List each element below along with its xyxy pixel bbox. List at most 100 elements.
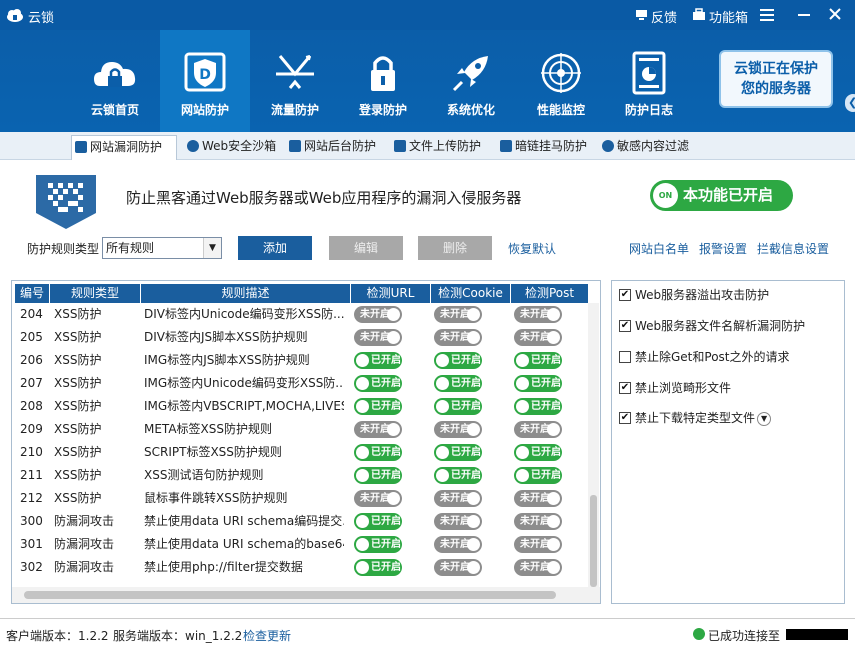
- toggle-post[interactable]: 未开启: [514, 329, 562, 346]
- toggle-url[interactable]: 已开启: [354, 513, 402, 530]
- table-row[interactable]: 207 XSS防护 IMG标签内Unicode编码变形XSS防... 已开启 已开启 已开…: [12, 372, 587, 395]
- toggle-cookie[interactable]: 未开启: [434, 329, 482, 346]
- add-button[interactable]: 添加: [238, 236, 312, 260]
- toggle-post[interactable]: 未开启: [514, 490, 562, 507]
- intercept-settings-link[interactable]: 拦截信息设置: [757, 240, 829, 257]
- scroll-thumb[interactable]: [24, 591, 556, 599]
- option-item[interactable]: 禁止除Get和Post之外的请求: [619, 347, 790, 367]
- toggle-cookie[interactable]: 未开启: [434, 559, 482, 576]
- checkbox[interactable]: ✔: [619, 382, 631, 394]
- toggle-url[interactable]: 已开启: [354, 536, 402, 553]
- feature-toggle[interactable]: ON 本功能已开启: [650, 180, 793, 211]
- toggle-url[interactable]: 已开启: [354, 444, 402, 461]
- checkbox[interactable]: ✔: [619, 289, 631, 301]
- table-row[interactable]: 208 XSS防护 IMG标签内VBSCRIPT,MOCHA,LIVES... 已开启…: [12, 395, 587, 418]
- toggle-url[interactable]: 已开启: [354, 375, 402, 392]
- scroll-thumb[interactable]: [590, 495, 597, 587]
- toggle-post[interactable]: 已开启: [514, 352, 562, 369]
- subtab-content-filter[interactable]: 敏感内容过滤: [599, 135, 699, 160]
- toggle-post[interactable]: 未开启: [514, 306, 562, 323]
- table-row[interactable]: 302 防漏洞攻击 禁止使用php://filter提交数据 已开启 未开启 未开启: [12, 556, 587, 579]
- toolbox-icon[interactable]: [692, 8, 706, 21]
- minimize-icon[interactable]: [798, 14, 810, 17]
- menu-icon[interactable]: [760, 9, 774, 21]
- option-item[interactable]: ✔ Web服务器文件名解析漏洞防护: [619, 316, 805, 336]
- toolbox-link[interactable]: 功能箱: [709, 7, 748, 26]
- nav-item-home[interactable]: 云锁首页: [70, 30, 160, 132]
- subtab-vuln-protect[interactable]: 网站漏洞防护: [71, 135, 177, 160]
- toggle-post[interactable]: 未开启: [514, 536, 562, 553]
- nav-item-traffic[interactable]: 流量防护: [250, 30, 340, 132]
- edit-button[interactable]: 编辑: [329, 236, 403, 260]
- toggle-post[interactable]: 已开启: [514, 467, 562, 484]
- table-row[interactable]: 211 XSS防护 XSS测试语句防护规则 已开启 已开启 已开启: [12, 464, 587, 487]
- subtab-admin-protect[interactable]: 网站后台防护: [286, 135, 386, 160]
- restore-default-link[interactable]: 恢复默认: [508, 240, 556, 257]
- checkbox[interactable]: [619, 351, 631, 363]
- toggle-cookie[interactable]: 未开启: [434, 536, 482, 553]
- toggle-post[interactable]: 已开启: [514, 444, 562, 461]
- toggle-url[interactable]: 已开启: [354, 398, 402, 415]
- toggle-post[interactable]: 已开启: [514, 375, 562, 392]
- subtab-darklink-protect[interactable]: 暗链挂马防护: [497, 135, 597, 160]
- toggle-cookie[interactable]: 已开启: [434, 375, 482, 392]
- table-row[interactable]: 212 XSS防护 鼠标事件跳转XSS防护规则 未开启 未开启 未开启: [12, 487, 587, 510]
- whitelist-link[interactable]: 网站白名单: [629, 240, 689, 257]
- table-row[interactable]: 210 XSS防护 SCRIPT标签XSS防护规则 已开启 已开启 已开启: [12, 441, 587, 464]
- nav-item-logs[interactable]: 防护日志: [604, 30, 694, 132]
- col-id[interactable]: 编号: [15, 284, 49, 303]
- toggle-cookie[interactable]: 已开启: [434, 467, 482, 484]
- option-item[interactable]: ✔ Web服务器溢出攻击防护: [619, 285, 769, 305]
- subtab-upload-protect[interactable]: 文件上传防护: [391, 135, 491, 160]
- toggle-cookie[interactable]: 未开启: [434, 513, 482, 530]
- toggle-cookie[interactable]: 已开启: [434, 352, 482, 369]
- toggle-post[interactable]: 未开启: [514, 513, 562, 530]
- toggle-url[interactable]: 未开启: [354, 490, 402, 507]
- nav-item-optimize[interactable]: 系统优化: [426, 30, 516, 132]
- toggle-url[interactable]: 已开启: [354, 352, 402, 369]
- close-icon[interactable]: [829, 8, 841, 20]
- alert-settings-link[interactable]: 报警设置: [699, 240, 747, 257]
- dropdown-arrow-icon[interactable]: ▼: [203, 238, 221, 258]
- feedback-link[interactable]: 反馈: [651, 7, 677, 26]
- rule-type-select[interactable]: 所有规则 ▼: [102, 237, 222, 259]
- expand-chevron-icon[interactable]: ▼: [757, 411, 772, 426]
- toggle-url[interactable]: 已开启: [354, 559, 402, 576]
- col-desc[interactable]: 规则描述: [141, 284, 350, 303]
- toggle-url[interactable]: 未开启: [354, 329, 402, 346]
- horizontal-scrollbar[interactable]: [12, 587, 600, 603]
- nav-item-website-protect[interactable]: D 网站防护: [160, 30, 250, 132]
- table-row[interactable]: 206 XSS防护 IMG标签内JS脚本XSS防护规则 已开启 已开启 已开启: [12, 349, 587, 372]
- nav-item-login[interactable]: 登录防护: [338, 30, 428, 132]
- toggle-post[interactable]: 未开启: [514, 559, 562, 576]
- collapse-arrow-icon[interactable]: ❮: [845, 94, 855, 112]
- vertical-scrollbar[interactable]: [588, 303, 599, 593]
- checkbox[interactable]: ✔: [619, 412, 631, 424]
- option-item[interactable]: ✔ 禁止浏览畸形文件: [619, 378, 731, 398]
- toggle-cookie[interactable]: 未开启: [434, 490, 482, 507]
- table-row[interactable]: 204 XSS防护 DIV标签内Unicode编码变形XSS防... 未开启 未开启 未开…: [12, 303, 587, 326]
- toggle-cookie[interactable]: 未开启: [434, 421, 482, 438]
- checkbox[interactable]: ✔: [619, 320, 631, 332]
- toggle-url[interactable]: 未开启: [354, 421, 402, 438]
- toggle-cookie[interactable]: 已开启: [434, 444, 482, 461]
- col-url[interactable]: 检测URL: [351, 284, 430, 303]
- feedback-icon[interactable]: [635, 9, 648, 21]
- table-row[interactable]: 209 XSS防护 META标签XSS防护规则 未开启 未开启 未开启: [12, 418, 587, 441]
- col-cookie[interactable]: 检测Cookie: [431, 284, 510, 303]
- subtab-sandbox[interactable]: Web安全沙箱: [184, 135, 279, 160]
- check-update-link[interactable]: 检查更新: [243, 627, 291, 644]
- toggle-url[interactable]: 未开启: [354, 306, 402, 323]
- nav-item-monitor[interactable]: 性能监控: [516, 30, 606, 132]
- toggle-cookie[interactable]: 未开启: [434, 306, 482, 323]
- col-post[interactable]: 检测Post: [511, 284, 588, 303]
- table-row[interactable]: 300 防漏洞攻击 禁止使用data URI schema编码提交... 已开启 未开启…: [12, 510, 587, 533]
- toggle-cookie[interactable]: 已开启: [434, 398, 482, 415]
- option-item[interactable]: ✔ 禁止下载特定类型文件 ▼: [619, 408, 772, 428]
- col-type[interactable]: 规则类型: [50, 284, 140, 303]
- table-row[interactable]: 205 XSS防护 DIV标签内JS脚本XSS防护规则 未开启 未开启 未开启: [12, 326, 587, 349]
- toggle-post[interactable]: 已开启: [514, 398, 562, 415]
- delete-button[interactable]: 删除: [418, 236, 492, 260]
- toggle-post[interactable]: 未开启: [514, 421, 562, 438]
- toggle-url[interactable]: 已开启: [354, 467, 402, 484]
